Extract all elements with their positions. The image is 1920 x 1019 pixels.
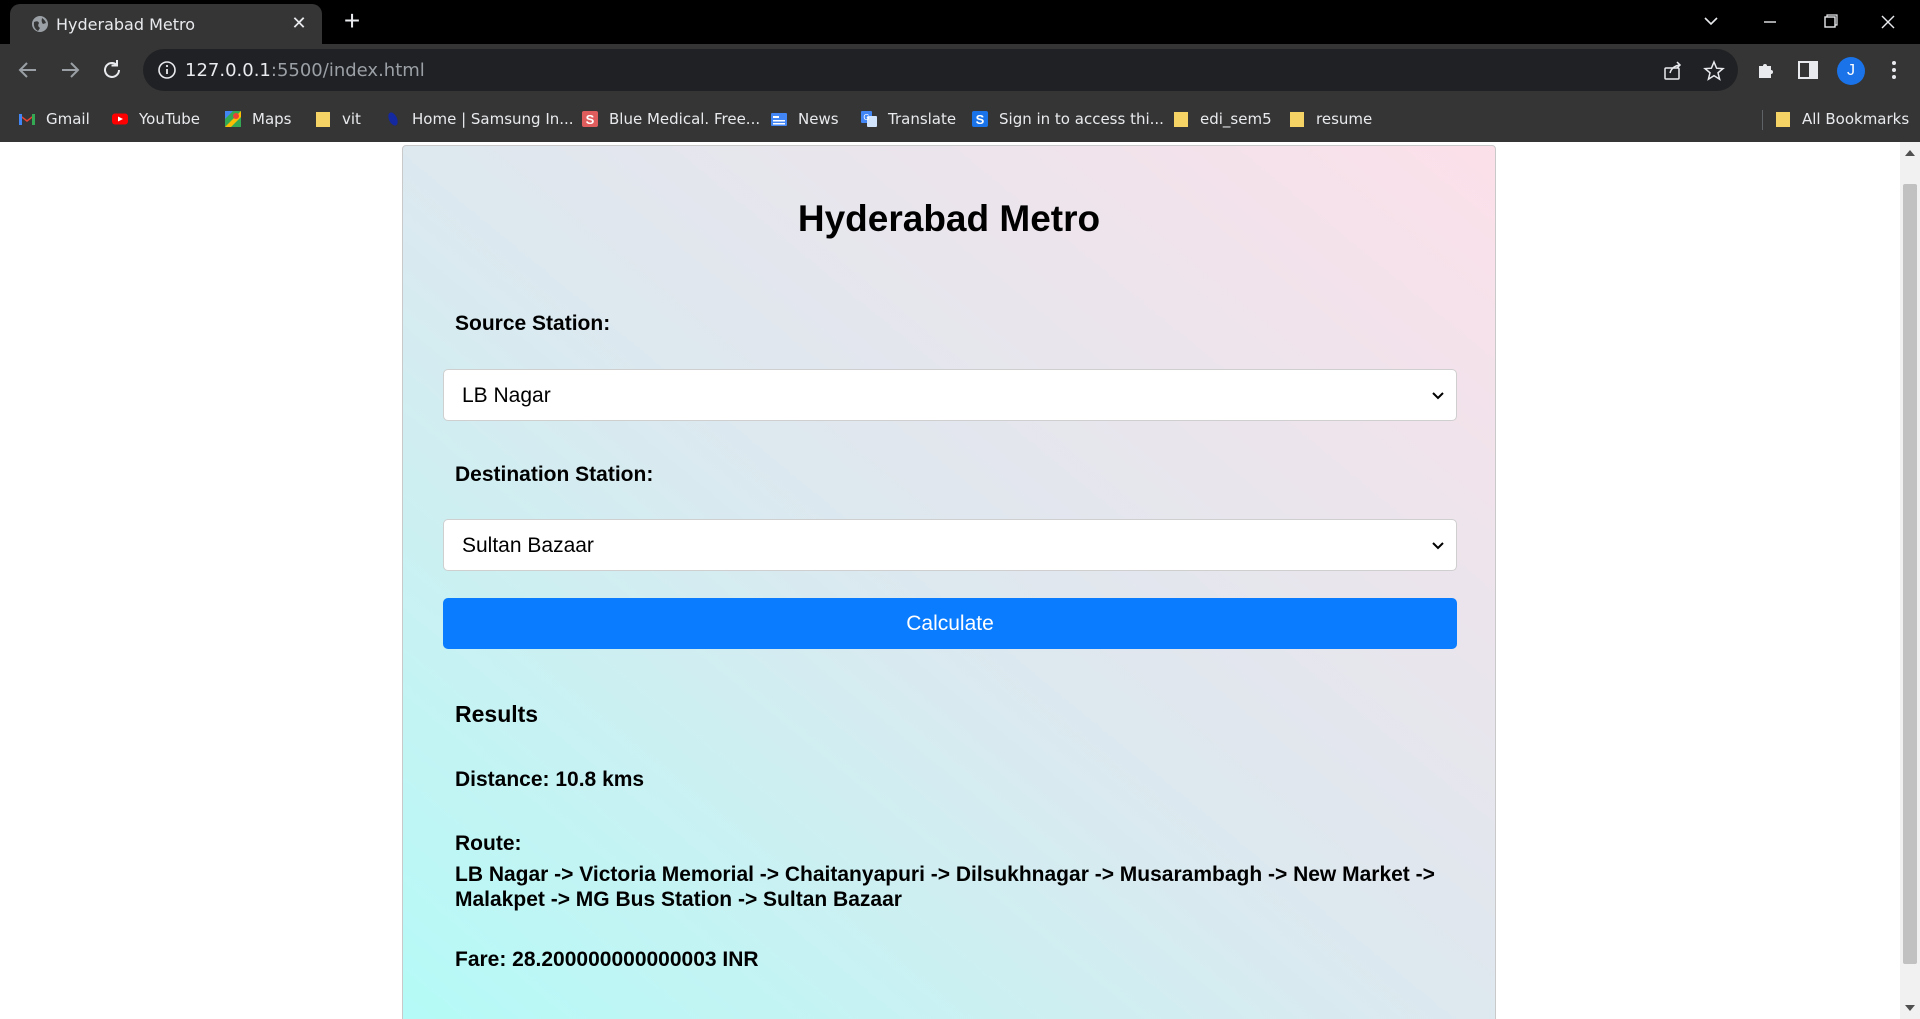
bookmark-maps[interactable]: Maps — [224, 96, 291, 142]
bookmark-label: Translate — [888, 110, 957, 128]
destination-station-value: Sultan Bazaar — [462, 534, 594, 557]
bookmark-signin[interactable]: S Sign in to access thi... — [971, 96, 1164, 142]
browser-titlebar: Hyderabad Metro ✕ + — [0, 0, 1920, 44]
address-bar[interactable]: 127.0.0.1:5500/index.html — [143, 49, 1738, 91]
bookmark-samsung[interactable]: Home | Samsung In... — [384, 96, 574, 142]
vertical-scrollbar[interactable] — [1900, 142, 1920, 1019]
bookmark-edi-sem5[interactable]: edi_sem5 — [1172, 96, 1272, 142]
forward-icon[interactable] — [56, 56, 84, 84]
bookmark-label: Gmail — [46, 110, 90, 128]
url-text: 127.0.0.1:5500/index.html — [185, 60, 425, 81]
gmail-icon — [19, 114, 35, 125]
route-text: LB Nagar -> Victoria Memorial -> Chaitan… — [455, 863, 1435, 911]
close-window-icon[interactable] — [1868, 8, 1908, 36]
source-station-label: Source Station: — [455, 312, 611, 335]
youtube-icon — [112, 113, 128, 125]
share-icon[interactable] — [1662, 60, 1684, 82]
bookmark-bluemedical[interactable]: S Blue Medical. Free... — [581, 96, 760, 142]
bookmark-label: Blue Medical. Free... — [609, 110, 761, 128]
samsung-icon — [388, 112, 398, 126]
bookmark-label: Home | Samsung In... — [412, 110, 574, 128]
more-menu-icon[interactable] — [1882, 58, 1906, 82]
maps-icon — [225, 111, 241, 127]
extensions-icon[interactable] — [1755, 58, 1779, 82]
metro-card: Hyderabad Metro Source Station: LB Nagar… — [402, 145, 1496, 1019]
profile-avatar[interactable]: J — [1837, 57, 1865, 85]
destination-station-select[interactable]: Sultan Bazaar — [443, 519, 1457, 571]
folder-icon — [316, 112, 330, 127]
bookmark-youtube[interactable]: YouTube — [111, 96, 200, 142]
chevron-down-icon — [1432, 542, 1444, 550]
page-viewport: Hyderabad Metro Source Station: LB Nagar… — [0, 142, 1920, 1019]
tab-title: Hyderabad Metro — [56, 15, 196, 34]
bookmark-all-bookmarks[interactable]: All Bookmarks — [1774, 96, 1909, 142]
reload-icon[interactable] — [98, 56, 126, 84]
s-icon: S — [972, 111, 988, 127]
source-station-value: LB Nagar — [462, 384, 551, 407]
bookmarks-separator — [1762, 110, 1763, 130]
page-title: Hyderabad Metro — [797, 198, 1101, 239]
folder-icon — [1290, 112, 1304, 127]
bookmark-label: Sign in to access thi... — [999, 110, 1164, 128]
star-icon[interactable] — [1703, 60, 1725, 82]
bookmark-label: YouTube — [139, 110, 200, 128]
news-icon — [771, 113, 787, 126]
browser-toolbar: 127.0.0.1:5500/index.html J — [0, 44, 1920, 96]
url-path: :5500/index.html — [270, 60, 425, 81]
fare-text: Fare: 28.200000000000003 INR — [455, 948, 759, 971]
bookmark-label: vit — [342, 110, 361, 128]
folder-icon — [1174, 112, 1188, 127]
bookmarks-bar: Gmail YouTube Maps vit Home | Samsung In… — [0, 96, 1920, 142]
bookmark-translate[interactable]: G Translate — [860, 96, 956, 142]
side-panel-icon[interactable] — [1796, 58, 1820, 82]
tab-search-icon[interactable] — [1691, 8, 1731, 36]
svg-text:S: S — [976, 112, 985, 127]
folder-icon — [1776, 112, 1790, 127]
svg-text:S: S — [586, 112, 595, 127]
scroll-down-arrow-icon[interactable] — [1905, 1005, 1915, 1011]
results-heading: Results — [455, 701, 539, 727]
bookmark-label: All Bookmarks — [1802, 110, 1910, 128]
back-icon[interactable] — [14, 56, 42, 84]
translate-icon: G — [861, 111, 877, 127]
calculate-button[interactable]: Calculate — [443, 598, 1457, 649]
site-info-icon[interactable] — [157, 60, 177, 80]
chevron-down-icon — [1432, 392, 1444, 400]
browser-tab[interactable]: Hyderabad Metro ✕ — [10, 4, 322, 44]
bookmark-label: Maps — [252, 110, 292, 128]
scroll-up-arrow-icon[interactable] — [1905, 150, 1915, 156]
bookmark-label: News — [798, 110, 839, 128]
bookmark-news[interactable]: News — [770, 96, 839, 142]
bookmark-resume[interactable]: resume — [1288, 96, 1372, 142]
close-tab-icon[interactable]: ✕ — [288, 12, 310, 34]
bluemedical-icon: S — [582, 111, 598, 127]
route-label: Route: — [455, 832, 522, 855]
svg-text:G: G — [863, 113, 869, 122]
url-host: 127.0.0.1 — [185, 60, 271, 81]
bookmark-gmail[interactable]: Gmail — [18, 96, 90, 142]
minimize-icon[interactable] — [1750, 8, 1790, 36]
source-station-select[interactable]: LB Nagar — [443, 369, 1457, 421]
new-tab-button[interactable]: + — [338, 7, 366, 36]
scrollbar-thumb[interactable] — [1903, 184, 1917, 964]
bookmark-label: resume — [1316, 110, 1373, 128]
distance-text: Distance: 10.8 kms — [455, 768, 645, 791]
restore-icon[interactable] — [1810, 8, 1850, 36]
globe-icon — [32, 16, 48, 32]
bookmark-label: edi_sem5 — [1200, 110, 1272, 128]
bookmark-vit[interactable]: vit — [314, 96, 361, 142]
destination-station-label: Destination Station: — [455, 463, 654, 486]
